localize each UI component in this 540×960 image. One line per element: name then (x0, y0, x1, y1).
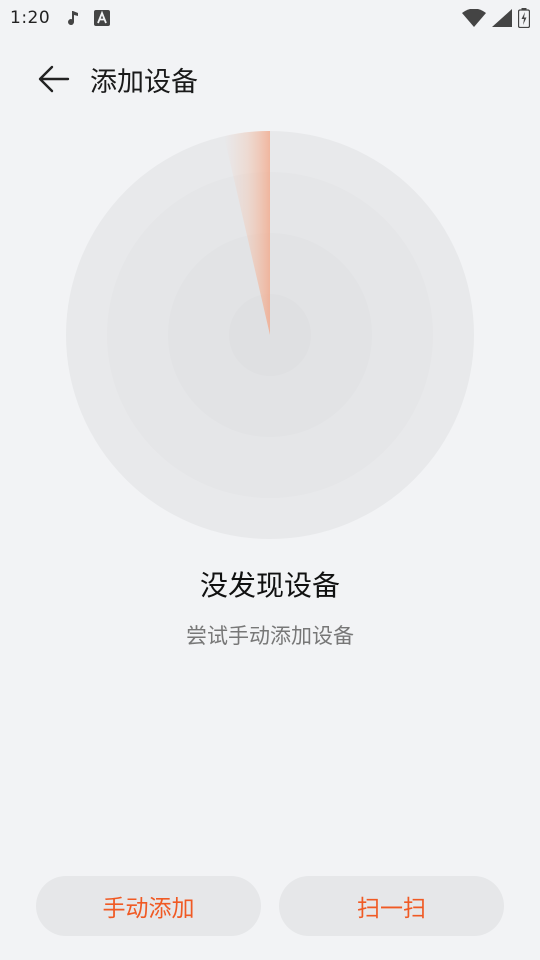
header: 添加设备 (0, 48, 540, 110)
wifi-icon (462, 9, 486, 27)
music-note-icon (66, 10, 80, 26)
radar-scanner (66, 131, 474, 539)
scan-button[interactable]: 扫一扫 (279, 876, 504, 936)
manual-add-button[interactable]: 手动添加 (36, 876, 261, 936)
system-icons (462, 8, 530, 28)
notification-icons (66, 10, 111, 26)
radar-sweep-wedge (224, 131, 270, 335)
empty-state-subtitle: 尝试手动添加设备 (186, 624, 354, 648)
back-button[interactable] (26, 51, 82, 107)
empty-state-title: 没发现设备 (199, 569, 340, 602)
battery-charging-icon (518, 8, 530, 28)
font-a-icon (94, 10, 111, 26)
signal-icon (492, 9, 512, 27)
radar-sweep (224, 131, 270, 335)
page-title: 添加设备 (90, 66, 198, 98)
status-bar: 1:20 (0, 0, 540, 36)
arrow-left-icon (38, 65, 70, 93)
status-time: 1:20 (10, 8, 51, 28)
